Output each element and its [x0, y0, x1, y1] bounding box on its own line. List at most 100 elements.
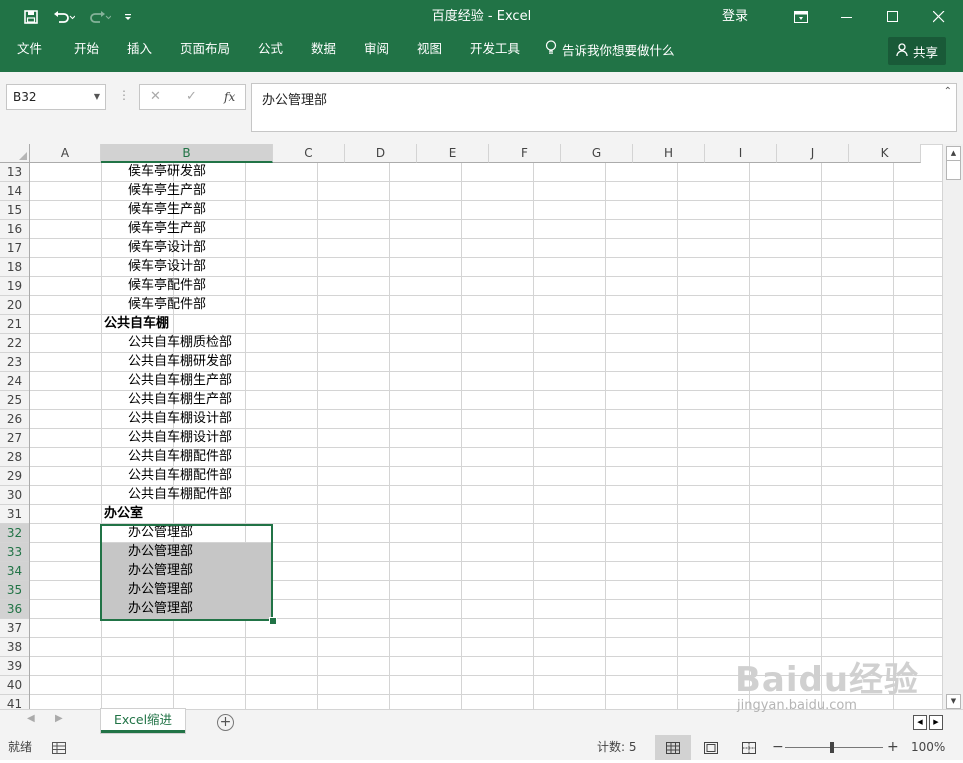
- row-header[interactable]: 32: [0, 524, 29, 543]
- normal-view-icon[interactable]: [655, 735, 691, 760]
- column-header-k[interactable]: K: [849, 144, 921, 163]
- select-all-corner[interactable]: [0, 144, 30, 163]
- row-header[interactable]: 28: [0, 448, 29, 467]
- name-box[interactable]: B32 ▼: [6, 84, 106, 110]
- insert-function-icon[interactable]: fx: [224, 85, 235, 109]
- column-header-f[interactable]: F: [489, 144, 561, 163]
- cell-b[interactable]: 侯车亭研发部: [128, 163, 206, 182]
- tab-file[interactable]: 文件: [17, 34, 42, 68]
- row-header[interactable]: 29: [0, 467, 29, 486]
- column-header-j[interactable]: J: [777, 144, 849, 163]
- tab-formulas[interactable]: 公式: [258, 34, 283, 68]
- chevron-down-icon[interactable]: ▼: [94, 85, 100, 109]
- column-header-e[interactable]: E: [417, 144, 489, 163]
- login-link[interactable]: 登录: [722, 0, 748, 34]
- zoom-slider-thumb[interactable]: [830, 742, 834, 753]
- cell-b[interactable]: 公共自车棚设计部: [128, 429, 232, 448]
- zoom-slider[interactable]: [785, 747, 883, 748]
- column-header-a[interactable]: A: [30, 144, 101, 163]
- row-header[interactable]: 36: [0, 600, 29, 619]
- tab-page-layout[interactable]: 页面布局: [180, 34, 230, 68]
- row-header[interactable]: 19: [0, 277, 29, 296]
- row-header[interactable]: 24: [0, 372, 29, 391]
- share-button[interactable]: 共享: [888, 37, 946, 65]
- vertical-scrollbar[interactable]: ▲ ▼: [942, 144, 963, 709]
- row-header[interactable]: 34: [0, 562, 29, 581]
- drag-handle-icon[interactable]: ⋮: [118, 88, 130, 102]
- row-header[interactable]: 41: [0, 695, 29, 709]
- row-header[interactable]: 22: [0, 334, 29, 353]
- row-header[interactable]: 20: [0, 296, 29, 315]
- tell-me-box[interactable]: 告诉我你想要做什么: [545, 34, 675, 68]
- cancel-icon[interactable]: ✕: [150, 85, 161, 109]
- redo-icon[interactable]: [86, 0, 114, 34]
- prev-sheet-icon[interactable]: ◀: [27, 713, 35, 724]
- ribbon-display-options-icon[interactable]: [778, 0, 824, 34]
- row-header[interactable]: 21: [0, 315, 29, 334]
- cell-b[interactable]: 公共自车棚生产部: [128, 372, 232, 391]
- column-header-h[interactable]: H: [633, 144, 705, 163]
- cell-b[interactable]: 候车亭设计部: [128, 239, 206, 258]
- tab-home[interactable]: 开始: [74, 34, 99, 68]
- row-header[interactable]: 15: [0, 201, 29, 220]
- row-header[interactable]: 18: [0, 258, 29, 277]
- scroll-down-icon[interactable]: ▼: [946, 694, 961, 709]
- customize-quick-access-icon[interactable]: [120, 0, 136, 34]
- cell-b[interactable]: 公共自车棚配件部: [128, 486, 232, 505]
- row-header[interactable]: 33: [0, 543, 29, 562]
- row-header[interactable]: 17: [0, 239, 29, 258]
- maximize-icon[interactable]: [870, 0, 916, 34]
- page-break-view-icon[interactable]: [731, 735, 767, 760]
- row-header[interactable]: 37: [0, 619, 29, 638]
- close-icon[interactable]: [916, 0, 962, 34]
- row-header[interactable]: 27: [0, 429, 29, 448]
- cell-b[interactable]: 候车亭配件部: [128, 277, 206, 296]
- tab-insert[interactable]: 插入: [127, 34, 152, 68]
- column-header-c[interactable]: C: [273, 144, 345, 163]
- add-sheet-icon[interactable]: +: [217, 714, 234, 731]
- sheet-tab[interactable]: Excel缩进: [101, 709, 185, 733]
- scroll-left-icon[interactable]: ◀: [913, 715, 927, 730]
- row-header[interactable]: 23: [0, 353, 29, 372]
- minimize-icon[interactable]: [824, 0, 870, 34]
- fill-handle[interactable]: [269, 617, 277, 625]
- cell-b[interactable]: 公共自车棚质检部: [128, 334, 232, 353]
- column-header-i[interactable]: I: [705, 144, 777, 163]
- next-sheet-icon[interactable]: ▶: [55, 713, 63, 724]
- row-header[interactable]: 26: [0, 410, 29, 429]
- row-header[interactable]: 25: [0, 391, 29, 410]
- column-header-d[interactable]: D: [345, 144, 417, 163]
- zoom-in-icon[interactable]: +: [887, 735, 899, 760]
- zoom-out-icon[interactable]: −: [772, 735, 784, 760]
- row-header[interactable]: 38: [0, 638, 29, 657]
- row-header[interactable]: 14: [0, 182, 29, 201]
- tab-data[interactable]: 数据: [311, 34, 336, 68]
- column-header-b[interactable]: B: [101, 144, 273, 163]
- row-header[interactable]: 13: [0, 163, 29, 182]
- scroll-up-icon[interactable]: ▲: [946, 146, 961, 161]
- macro-record-icon[interactable]: [52, 735, 66, 760]
- row-header[interactable]: 35: [0, 581, 29, 600]
- undo-icon[interactable]: [50, 0, 78, 34]
- cell-b[interactable]: 公共自车棚配件部: [128, 467, 232, 486]
- cell-b[interactable]: 公共自车棚研发部: [128, 353, 232, 372]
- page-layout-view-icon[interactable]: [693, 735, 729, 760]
- tab-review[interactable]: 审阅: [364, 34, 389, 68]
- row-header[interactable]: 31: [0, 505, 29, 524]
- cell-b[interactable]: 公共自车棚设计部: [128, 410, 232, 429]
- save-icon[interactable]: [20, 0, 42, 34]
- formula-input[interactable]: 办公管理部 ⌃: [251, 83, 957, 132]
- collapse-formula-bar-icon[interactable]: ⌃: [944, 86, 952, 97]
- scroll-right-icon[interactable]: ▶: [929, 715, 943, 730]
- cell-b[interactable]: 候车亭设计部: [128, 258, 206, 277]
- tab-view[interactable]: 视图: [417, 34, 442, 68]
- scroll-thumb[interactable]: [946, 160, 961, 180]
- tab-developer[interactable]: 开发工具: [470, 34, 520, 68]
- row-header[interactable]: 40: [0, 676, 29, 695]
- cell-b[interactable]: 公共自车棚: [104, 315, 169, 334]
- cell-b[interactable]: 公共自车棚配件部: [128, 448, 232, 467]
- enter-icon[interactable]: ✓: [186, 85, 197, 109]
- zoom-level[interactable]: 100%: [911, 735, 945, 760]
- row-header[interactable]: 39: [0, 657, 29, 676]
- cell-b[interactable]: 候车亭生产部: [128, 201, 206, 220]
